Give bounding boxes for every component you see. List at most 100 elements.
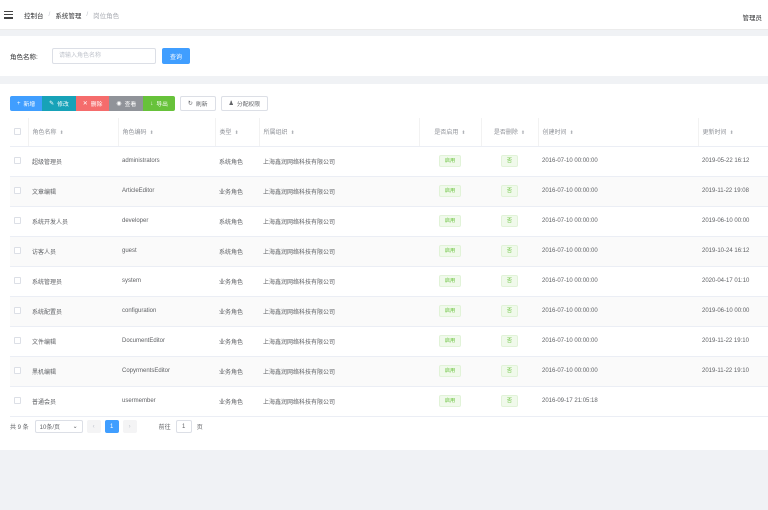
cell-updated <box>698 386 768 417</box>
delete-button[interactable]: ✕ 删除 <box>75 96 110 111</box>
column-label: 所属组织 <box>263 130 288 137</box>
cell-name: 文章编辑 <box>28 176 118 207</box>
cell-enabled: 启用 <box>419 176 481 207</box>
table-row[interactable]: 文章编辑 ArticleEditor 业务角色 上海鑫润网络科技有限公司 启用 … <box>10 176 768 207</box>
cell-org: 上海鑫润网络科技有限公司 <box>259 296 419 327</box>
table-row[interactable]: 超级管理员 administrators 系统角色 上海鑫润网络科技有限公司 启… <box>10 146 768 177</box>
enabled-tag: 启用 <box>438 335 462 347</box>
action-toolbar: + 新增 ✎ 修改 ✕ 删除 ◉ 查看 ↓ 导出 ↻ 刷新 ♟ 分配权限 <box>10 96 269 111</box>
cell-org: 上海鑫润网络科技有限公司 <box>259 206 419 237</box>
refresh-icon: ↻ <box>187 101 193 107</box>
page-size-select[interactable]: 10条/页 ⌄ <box>34 420 83 433</box>
column-label: 角色名称 <box>32 130 57 137</box>
prev-page-button[interactable]: ‹ <box>86 420 101 433</box>
download-icon: ↓ <box>150 100 154 107</box>
column-header-org[interactable]: 所属组织 ⬍ <box>259 118 420 147</box>
breadcrumb-separator: / <box>48 11 51 18</box>
cell-updated: 2019-05-22 16:12 <box>698 146 768 177</box>
trash-icon: ✕ <box>82 101 88 107</box>
user-menu[interactable]: 管理员 <box>743 12 763 22</box>
cell-created: 2016-07-10 00:00:00 <box>538 356 698 387</box>
row-checkbox[interactable] <box>14 187 21 195</box>
table-row[interactable]: 普通会员 usermember 业务角色 上海鑫润网络科技有限公司 启用 否 2… <box>10 386 768 417</box>
cell-name: 访客人员 <box>28 236 118 267</box>
enabled-tag: 启用 <box>438 305 462 317</box>
table-row[interactable]: 系统管理员 system 业务角色 上海鑫润网络科技有限公司 启用 否 2016… <box>10 266 768 297</box>
cell-org: 上海鑫润网络科技有限公司 <box>259 176 419 207</box>
sort-icon: ⬍ <box>569 130 574 137</box>
cell-name: 系统管理员 <box>28 266 118 297</box>
role-name-input[interactable] <box>52 48 156 64</box>
search-panel: 角色名称: 查询 <box>0 36 768 76</box>
cell-created: 2016-07-10 00:00:00 <box>538 206 698 237</box>
table-row[interactable]: 系统开发人员 developer 系统角色 上海鑫润网络科技有限公司 启用 否 … <box>10 206 768 237</box>
enabled-tag: 启用 <box>438 275 462 287</box>
cell-updated: 2020-04-17 01:10 <box>698 266 768 297</box>
view-button[interactable]: ◉ 查看 <box>109 96 144 111</box>
sort-icon: ⬍ <box>149 130 154 137</box>
breadcrumb-item-current: 岗位角色 <box>93 12 120 20</box>
enabled-tag: 启用 <box>438 215 462 227</box>
cell-created: 2016-07-10 00:00:00 <box>538 266 698 297</box>
row-checkbox[interactable] <box>14 337 21 345</box>
cell-updated: 2019-06-10 00:00 <box>698 296 768 327</box>
table-row[interactable]: 黑机编辑 CopyrmentsEditor 业务角色 上海鑫润网络科技有限公司 … <box>10 356 768 387</box>
cell-created: 2016-07-10 00:00:00 <box>538 146 698 177</box>
page-size-value: 10条/页 <box>39 425 61 431</box>
cell-enabled: 启用 <box>419 326 481 357</box>
goto-page-input[interactable]: 1 <box>175 420 192 433</box>
add-button[interactable]: + 新增 <box>10 96 43 111</box>
chevron-down-icon: ⌄ <box>72 424 78 430</box>
cell-type: 业务角色 <box>215 266 259 297</box>
pencil-icon: ✎ <box>49 101 55 107</box>
column-header-deleted[interactable]: 是否删除 ⬍ <box>481 118 539 147</box>
breadcrumb-item-home[interactable]: 控制台 <box>24 10 44 20</box>
table-row[interactable]: 访客人员 guest 系统角色 上海鑫润网络科技有限公司 启用 否 2016-0… <box>10 236 768 267</box>
row-checkbox[interactable] <box>14 277 21 285</box>
table-row[interactable]: 文件编辑 DocumentEditor 业务角色 上海鑫润网络科技有限公司 启用… <box>10 326 768 357</box>
cell-code: ArticleEditor <box>118 176 215 207</box>
column-header-updated[interactable]: 更新时间 ⬍ <box>698 118 768 147</box>
select-all-checkbox[interactable] <box>14 128 21 136</box>
row-checkbox[interactable] <box>14 367 21 375</box>
row-checkbox[interactable] <box>14 307 21 315</box>
role-table: 角色名称 ⬍ 角色编码 ⬍ 类型 ⬍ 所属组织 ⬍ 是否启用 ⬍ 是否删除 ⬍ 创建时间 ⬍ … <box>10 118 768 417</box>
row-select-cell <box>10 266 28 297</box>
search-button[interactable]: 查询 <box>162 48 190 64</box>
column-header-code[interactable]: 角色编码 ⬍ <box>118 118 216 147</box>
next-page-button[interactable]: › <box>122 420 137 433</box>
cell-code: developer <box>118 206 215 237</box>
cell-enabled: 启用 <box>419 206 481 237</box>
column-header-enabled[interactable]: 是否启用 ⬍ <box>419 118 482 147</box>
row-checkbox[interactable] <box>14 157 21 165</box>
cell-deleted: 否 <box>481 296 538 327</box>
deleted-tag: 否 <box>500 185 519 197</box>
cell-deleted: 否 <box>481 266 538 297</box>
cell-org: 上海鑫润网络科技有限公司 <box>259 146 419 177</box>
assign-permission-button[interactable]: ♟ 分配权限 <box>220 96 269 111</box>
column-header-type[interactable]: 类型 ⬍ <box>215 118 260 147</box>
cell-org: 上海鑫润网络科技有限公司 <box>259 236 419 267</box>
view-button-label: 查看 <box>124 102 137 108</box>
column-header-name[interactable]: 角色名称 ⬍ <box>28 118 119 147</box>
row-checkbox[interactable] <box>14 247 21 255</box>
row-checkbox[interactable] <box>14 397 21 405</box>
table-row[interactable]: 系统配置员 configuration 业务角色 上海鑫润网络科技有限公司 启用… <box>10 296 768 327</box>
breadcrumb-item-system[interactable]: 系统管理 <box>55 10 81 20</box>
export-button[interactable]: ↓ 导出 <box>143 96 175 111</box>
cell-deleted: 否 <box>481 386 538 417</box>
menu-toggle-icon[interactable] <box>4 10 13 19</box>
row-checkbox[interactable] <box>14 217 21 225</box>
deleted-tag: 否 <box>500 245 519 257</box>
column-header-created[interactable]: 创建时间 ⬍ <box>538 118 699 147</box>
refresh-button[interactable]: ↻ 刷新 <box>179 96 216 111</box>
cell-enabled: 启用 <box>419 386 481 417</box>
cell-deleted: 否 <box>481 326 538 357</box>
page-number-current[interactable]: 1 <box>104 420 119 433</box>
goto-label: 前往 <box>158 425 171 431</box>
pagination: 共 9 条 10条/页 ⌄ ‹ 1 › 前往 1 页 <box>10 420 203 433</box>
table-body: 超级管理员 administrators 系统角色 上海鑫润网络科技有限公司 启… <box>10 146 768 417</box>
edit-button[interactable]: ✎ 修改 <box>42 96 76 111</box>
cell-type: 业务角色 <box>215 176 259 207</box>
cell-updated: 2019-11-22 19:10 <box>698 356 768 387</box>
